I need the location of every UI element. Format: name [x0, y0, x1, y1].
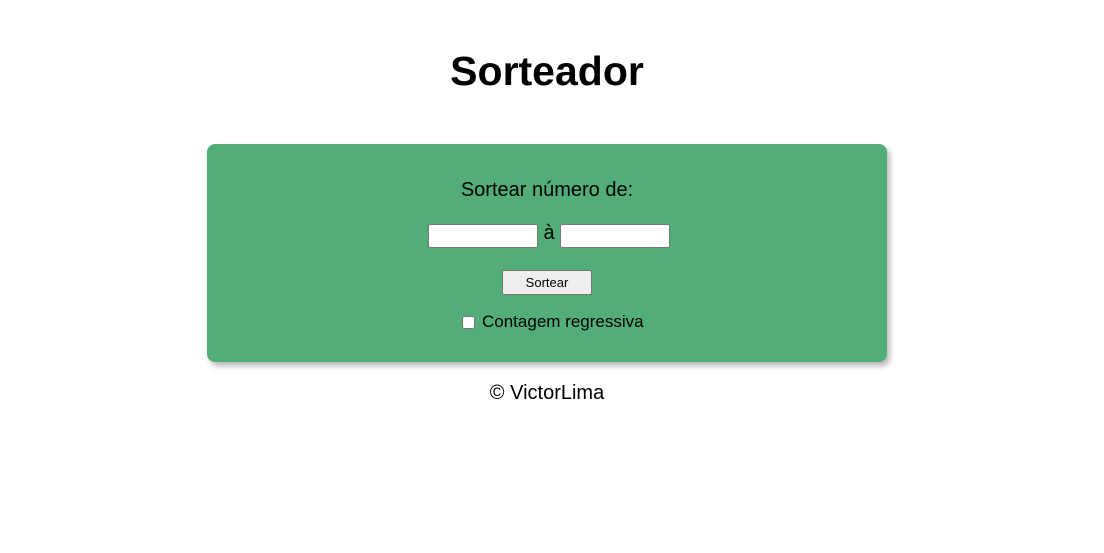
countdown-option[interactable]: Contagem regressiva: [462, 312, 644, 332]
min-number-input[interactable]: [428, 224, 538, 248]
countdown-label: Contagem regressiva: [482, 312, 644, 331]
page-title: Sorteador: [450, 48, 644, 94]
page: Sorteador Sortear número de: à Sortear C…: [0, 0, 1104, 553]
footer-credit: © VictorLima: [489, 382, 605, 404]
countdown-checkbox[interactable]: [462, 315, 475, 329]
number-range: à: [428, 223, 670, 249]
draw-button[interactable]: Sortear: [502, 270, 592, 295]
max-number-input[interactable]: [560, 224, 670, 248]
draw-card: Sortear número de: à Sortear Contagem re…: [207, 144, 887, 362]
range-separator: à: [543, 222, 555, 244]
draw-prompt: Sortear número de:: [460, 179, 634, 201]
